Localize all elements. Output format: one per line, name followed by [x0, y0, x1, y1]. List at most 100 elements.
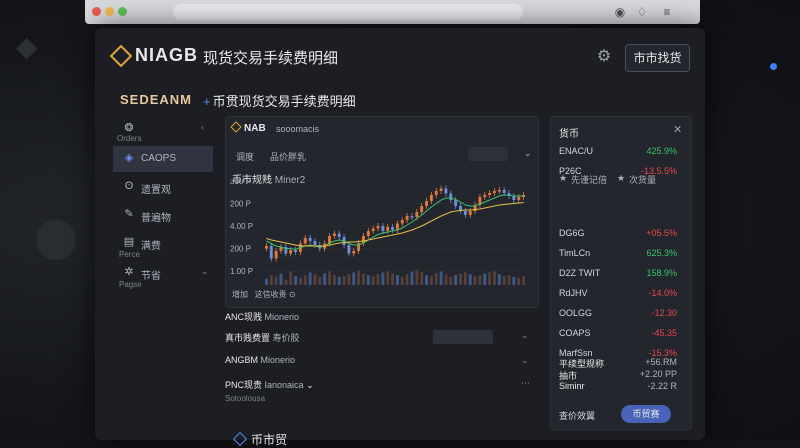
- ticker-value: 625.3%: [646, 248, 677, 258]
- volume-bar: [439, 271, 443, 285]
- volume-bar: [449, 276, 453, 285]
- ticker-row[interactable]: RdJHV -14.0%: [551, 283, 691, 303]
- shield-icon: ❂: [124, 122, 134, 134]
- sidebar-item-caops[interactable]: ◈ CAOPS: [113, 146, 213, 172]
- interval-selector[interactable]: [468, 147, 508, 161]
- bell-icon[interactable]: ♢: [635, 5, 649, 19]
- settings-gear-icon[interactable]: ⚙: [595, 48, 613, 66]
- sub-header: SEDEANM + 币贯现货交易手续费明细: [95, 88, 705, 118]
- maximize-window-button[interactable]: [118, 7, 127, 16]
- volume-bar: [444, 274, 448, 285]
- minimize-window-button[interactable]: [105, 7, 114, 16]
- volume-bar: [294, 276, 297, 285]
- list-item[interactable]: 真市贱费置 寿价胶: [225, 331, 300, 344]
- volume-bar: [386, 271, 390, 285]
- address-bar[interactable]: [173, 4, 523, 20]
- sidebar-item-wallet[interactable]: ▤ 满费 Perce: [113, 230, 213, 259]
- sidebar-item-settings[interactable]: ✲ 节省 ⌄ Pagse: [113, 260, 213, 289]
- menu-icon[interactable]: ≡: [660, 5, 674, 19]
- volume-bar: [371, 276, 375, 285]
- app-brand: NIAGB: [135, 45, 198, 65]
- sidebar-item-label: 遗置观: [141, 185, 171, 196]
- background-logo: ◆: [16, 31, 40, 62]
- volume-bar: [463, 272, 467, 285]
- ticker-row[interactable]: ENAC/U 425.9%: [551, 141, 691, 161]
- favorites-row[interactable]: ★ 先谨记倍 ★ 次货量: [551, 170, 691, 188]
- volume-bar: [274, 276, 278, 285]
- candle-body: [468, 211, 472, 215]
- volume-bar: [298, 277, 302, 285]
- chart-card-subtitle: sooomacis: [276, 124, 320, 134]
- volume-bar: [313, 274, 317, 285]
- record-icon[interactable]: ◉: [613, 5, 627, 19]
- ticker-name: RdJHV: [559, 288, 588, 298]
- y-tick-label: 200 P: [230, 200, 251, 209]
- volume-label: 次货量: [629, 175, 657, 185]
- candle-body: [444, 188, 448, 194]
- sidebar-item-tools[interactable]: ✎ 普遍物: [113, 202, 213, 228]
- summary-value: -2.22 R: [647, 381, 677, 391]
- volume-bar: [332, 275, 336, 285]
- sidebar-item-search[interactable]: ʘ 遗置观: [113, 174, 213, 200]
- action-label: 查价效翼: [559, 411, 596, 421]
- volume-bar: [289, 271, 293, 285]
- candle-body: [434, 191, 438, 195]
- ticker-row[interactable]: COAPS -45.35: [551, 323, 691, 343]
- candle-body: [264, 246, 268, 249]
- volume-bar: [391, 273, 395, 285]
- list-item[interactable]: ANGBM Mionerio: [225, 355, 295, 365]
- chevron-down-icon[interactable]: ⌄: [524, 148, 532, 159]
- volume-bar: [328, 271, 331, 285]
- sidebar-item-orders[interactable]: ❂ Orders ‹: [113, 116, 213, 143]
- ticker-row[interactable]: TimLCn 625.3%: [551, 243, 691, 263]
- header-action-button[interactable]: 市市找货: [625, 44, 690, 72]
- close-icon[interactable]: ✕: [673, 123, 682, 136]
- candle-body: [381, 226, 385, 231]
- volume-bar: [269, 275, 273, 285]
- chevron-down-icon[interactable]: ⌄: [521, 330, 529, 341]
- volume-bar: [347, 274, 351, 285]
- more-icon[interactable]: ⋯: [521, 378, 530, 389]
- volume-bar: [502, 276, 506, 285]
- diamond-icon: [232, 431, 248, 447]
- candle-body: [449, 193, 453, 200]
- candle-body: [366, 231, 370, 236]
- chevron-icon: ‹: [201, 122, 204, 132]
- ticker-value: 425.9%: [646, 146, 677, 156]
- ticker-row[interactable]: OOLGG -12.30: [551, 303, 691, 323]
- ticker-name: COAPS: [559, 328, 591, 338]
- app-window: NIAGB 现货交易手续费明细 ⚙ 市市找货 SEDEANM + 币贯现货交易手续…: [95, 28, 705, 447]
- background-circle: [36, 220, 76, 260]
- ticker-value: +05.5%: [646, 228, 677, 238]
- volume-bar: [420, 272, 424, 285]
- confirm-button[interactable]: 币贸赛: [621, 405, 671, 423]
- ticker-row[interactable]: DG6G +05.5%: [551, 223, 691, 243]
- ticker-name: TimLCn: [559, 248, 591, 258]
- volume-bar: [308, 272, 312, 285]
- candlestick-chart[interactable]: 300 P 200 P 4.00 P 200 P 1.00 P: [226, 179, 538, 287]
- row-selector[interactable]: [433, 330, 493, 344]
- volume-bar: [381, 272, 385, 285]
- ticker-row[interactable]: D2Z TWIT 158.9%: [551, 263, 691, 283]
- candle-body: [497, 190, 501, 192]
- ticker-value: 158.9%: [646, 268, 677, 278]
- candle-body: [502, 190, 506, 193]
- candle-body: [303, 238, 307, 244]
- candle-body: [439, 188, 443, 191]
- candle-body: [308, 238, 312, 241]
- candle-body: [347, 245, 351, 254]
- volume-bar: [323, 273, 327, 285]
- list-item[interactable]: PNC现贵 Ianonaica ⌄: [225, 378, 314, 391]
- chevron-down-icon[interactable]: ⌄: [521, 355, 529, 366]
- candle-body: [332, 233, 336, 236]
- volume-bar: [405, 274, 409, 285]
- sidebar-item-label: CAOPS: [141, 153, 177, 164]
- ticker-value: -45.35: [651, 328, 677, 338]
- candle-body: [269, 246, 273, 259]
- volume-bar: [264, 278, 268, 285]
- sidebar: ❂ Orders ‹ ◈ CAOPS ʘ 遗置观 ✎ 普遍物 ▤ 满费 Perc…: [113, 116, 213, 316]
- close-window-button[interactable]: [92, 7, 101, 16]
- candle-body: [488, 193, 492, 195]
- tab-fee-details[interactable]: + 币贯现货交易手续费明细: [203, 91, 356, 110]
- list-item[interactable]: ANC现贱 Mionerio: [225, 310, 299, 323]
